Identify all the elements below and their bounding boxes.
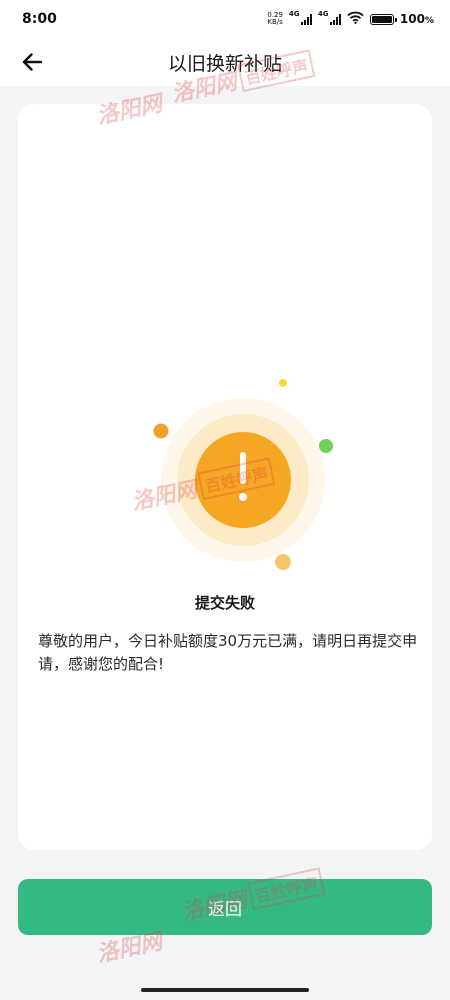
decor-dot-orange	[153, 423, 169, 439]
warning-illustration	[146, 374, 336, 574]
decor-dot-peach	[275, 554, 291, 570]
signal-icon: 4G	[289, 10, 312, 25]
page-title: 以旧换新补贴	[167, 52, 282, 75]
decor-dot-green	[319, 439, 333, 453]
return-button[interactable]: 返回	[18, 879, 432, 935]
nav-bar: 以旧换新补贴	[0, 38, 450, 86]
status-time: 8:00	[22, 11, 57, 27]
home-indicator[interactable]	[141, 988, 309, 992]
decor-dot-yellow	[279, 379, 287, 387]
status-icons: 0.29 KB/s 4G 4G 100%	[267, 10, 434, 27]
arrow-left-icon	[22, 53, 42, 71]
status-bar: 8:00 0.29 KB/s 4G 4G 100%	[0, 0, 450, 38]
result-message: 尊敬的用户，今日补贴额度30万元已满，请明日再提交申请，感谢您的配合!	[38, 632, 418, 673]
signal-icon: 4G	[318, 10, 341, 25]
result-card: 提交失败 尊敬的用户，今日补贴额度30万元已满，请明日再提交申请，感谢您的配合!	[18, 104, 432, 850]
back-button[interactable]	[18, 48, 46, 76]
network-speed: 0.29 KB/s	[267, 11, 283, 26]
battery-icon	[369, 13, 397, 25]
wifi-icon	[347, 11, 364, 27]
battery-percent: 100%	[399, 12, 434, 26]
result-title: 提交失败	[194, 594, 255, 612]
